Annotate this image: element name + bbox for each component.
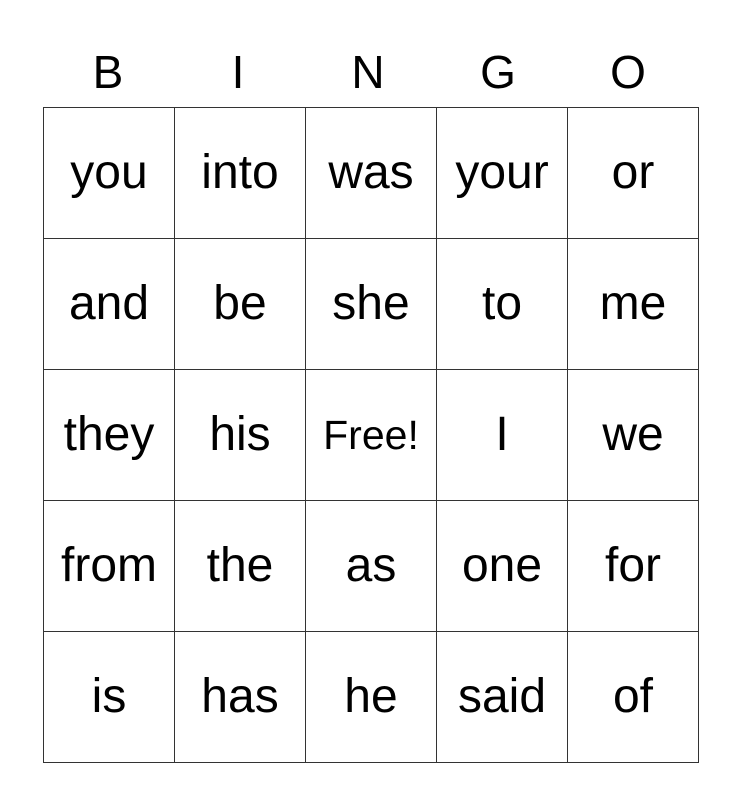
bingo-cell[interactable]: from: [43, 500, 175, 632]
bingo-cell[interactable]: said: [436, 631, 568, 763]
bingo-cell[interactable]: of: [567, 631, 699, 763]
grid-row: is has he said of: [43, 631, 699, 763]
bingo-cell[interactable]: you: [43, 107, 175, 239]
bingo-cell[interactable]: he: [305, 631, 437, 763]
bingo-cell[interactable]: or: [567, 107, 699, 239]
bingo-cell[interactable]: we: [567, 369, 699, 501]
free-space-cell[interactable]: Free!: [305, 369, 437, 501]
bingo-cell[interactable]: to: [436, 238, 568, 370]
bingo-cell[interactable]: and: [43, 238, 175, 370]
bingo-cell[interactable]: has: [174, 631, 306, 763]
bingo-card-grid: you into was your or and be she to me th…: [43, 107, 699, 763]
bingo-cell[interactable]: was: [305, 107, 437, 239]
bingo-cell[interactable]: she: [305, 238, 437, 370]
grid-row: from the as one for: [43, 500, 699, 632]
bingo-cell[interactable]: as: [305, 500, 437, 632]
header-letter-n: N: [351, 46, 385, 98]
header-letter-b: B: [92, 46, 124, 98]
bingo-cell[interactable]: into: [174, 107, 306, 239]
bingo-header: B I N G O: [43, 40, 693, 104]
bingo-cell[interactable]: his: [174, 369, 306, 501]
bingo-cell[interactable]: they: [43, 369, 175, 501]
bingo-cell[interactable]: me: [567, 238, 699, 370]
header-letter-g: G: [480, 46, 516, 98]
bingo-cell[interactable]: one: [436, 500, 568, 632]
bingo-cell[interactable]: be: [174, 238, 306, 370]
bingo-cell[interactable]: for: [567, 500, 699, 632]
header-letter-o: O: [610, 46, 646, 98]
grid-row: they his Free! I we: [43, 369, 699, 501]
bingo-cell[interactable]: I: [436, 369, 568, 501]
header-letter-i: I: [231, 46, 245, 98]
bingo-cell[interactable]: the: [174, 500, 306, 632]
bingo-cell[interactable]: is: [43, 631, 175, 763]
grid-row: and be she to me: [43, 238, 699, 370]
bingo-cell[interactable]: your: [436, 107, 568, 239]
grid-row: you into was your or: [43, 107, 699, 239]
